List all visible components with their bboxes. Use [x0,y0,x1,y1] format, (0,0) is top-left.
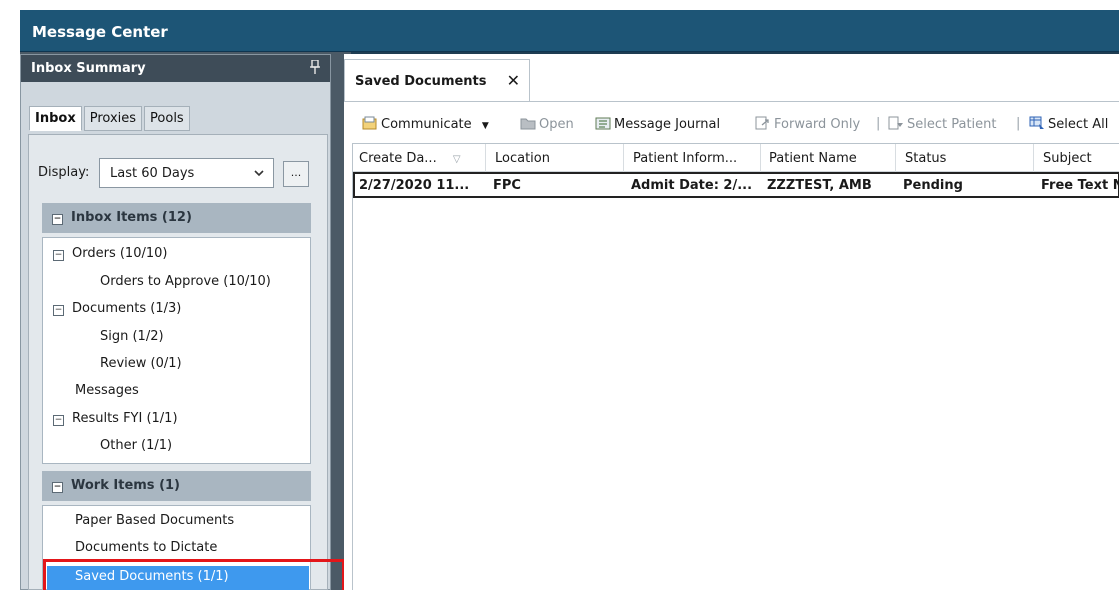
inbox-items-tree [42,237,311,464]
tab-pools[interactable]: Pools [144,106,190,131]
column-separator[interactable] [485,144,486,172]
display-select[interactable]: Last 60 Days [99,158,274,188]
tab-saved-documents[interactable]: Saved Documents ✕ [344,59,530,101]
chevron-down-icon [254,167,264,180]
inbox-items-title: Inbox Items (12) [71,210,192,225]
tree-item-messages[interactable]: Messages [75,383,139,398]
inbox-summary-title: Inbox Summary [31,61,146,76]
saved-documents-panel: Saved Documents ✕ Communicate ▼ Open Mes… [344,54,1119,590]
tree-item-label: Results FYI (1/1) [72,411,178,426]
select-all-icon [1029,116,1045,130]
tree-item-review[interactable]: Review (0/1) [100,356,182,371]
journal-icon [595,116,611,130]
tab-proxies[interactable]: Proxies [83,106,143,131]
tree-item-orders-to-approve[interactable]: Orders to Approve (10/10) [100,274,271,289]
minus-box-icon[interactable]: − [52,214,63,225]
column-label: Create Da... [359,151,437,166]
cell-patient-information: Admit Date: 2/... [631,178,753,193]
cell-create-date: 2/27/2020 11... [359,178,470,193]
inbox-tabs: Inbox Proxies Pools [29,106,190,131]
tree-item-results-fyi[interactable]: − Results FYI (1/1) [53,411,178,426]
select-patient-label: Select Patient [907,117,997,132]
sort-arrow-icon: ▽ [452,154,461,165]
minus-box-icon[interactable]: − [53,415,64,426]
column-create-date[interactable]: Create Da... ▽ [359,151,461,166]
tree-item-other[interactable]: Other (1/1) [100,438,172,453]
minus-box-icon[interactable]: − [53,250,64,261]
open-button[interactable]: Open [520,116,574,132]
work-item-documents-to-dictate[interactable]: Documents to Dictate [75,540,217,555]
cell-patient-name: ZZZTEST, AMB [767,178,872,193]
chevron-down-icon: ▼ [481,121,489,131]
display-options-button[interactable]: ... [283,161,309,187]
tree-item-label: Orders (10/10) [72,246,168,261]
work-items-title: Work Items (1) [71,478,180,493]
forward-icon [755,116,771,130]
table-row[interactable]: 2/27/2020 11... FPC Admit Date: 2/... ZZ… [353,172,1119,198]
column-separator[interactable] [623,144,624,172]
cell-subject: Free Text N [1041,178,1119,193]
column-separator[interactable] [1033,144,1034,172]
message-journal-label: Message Journal [614,117,721,132]
column-separator[interactable] [760,144,761,172]
patient-icon [888,116,904,130]
inbox-items-header[interactable]: − Inbox Items (12) [42,203,311,233]
folder-icon [520,116,536,130]
work-items-header[interactable]: − Work Items (1) [42,471,311,501]
communicate-icon [362,116,378,130]
display-label: Display: [38,165,90,180]
inbox-summary-header: Inbox Summary [21,55,330,82]
column-subject[interactable]: Subject [1043,151,1092,166]
toolbar-separator: | [1016,116,1021,131]
select-all-button[interactable]: Select All [1029,116,1108,132]
tree-item-documents[interactable]: − Documents (1/3) [53,301,181,316]
column-patient-name[interactable]: Patient Name [769,151,857,166]
saved-documents-grid: Create Da... ▽ Location Patient Inform..… [352,143,1119,590]
column-patient-information[interactable]: Patient Inform... [633,151,737,166]
highlight-box [43,559,345,590]
column-location[interactable]: Location [495,151,550,166]
grid-header: Create Da... ▽ Location Patient Inform..… [353,144,1119,172]
minus-box-icon[interactable]: − [52,482,63,493]
forward-only-button[interactable]: Forward Only [755,116,860,132]
window-title: Message Center [20,10,1119,52]
tab-inbox[interactable]: Inbox [29,106,82,131]
message-journal-button[interactable]: Message Journal [595,116,720,132]
tree-item-sign[interactable]: Sign (1/2) [100,329,164,344]
document-toolbar: Communicate ▼ Open Message Journal Forwa… [344,101,1119,143]
forward-only-label: Forward Only [774,117,861,132]
tab-saved-documents-label: Saved Documents [355,74,487,89]
open-label: Open [539,117,574,132]
work-item-paper-based-documents[interactable]: Paper Based Documents [75,513,234,528]
top-margin [0,0,1119,10]
cell-status: Pending [903,178,963,193]
communicate-label: Communicate [381,117,472,132]
display-select-value: Last 60 Days [110,166,195,181]
select-all-label: Select All [1048,117,1109,132]
toolbar-separator: | [876,116,881,131]
close-icon[interactable]: ✕ [507,71,520,90]
minus-box-icon[interactable]: − [53,305,64,316]
column-status[interactable]: Status [905,151,946,166]
pin-icon[interactable] [310,59,320,78]
select-patient-button[interactable]: Select Patient [888,116,997,132]
tree-item-orders[interactable]: − Orders (10/10) [53,246,167,261]
cell-location: FPC [493,178,521,193]
tree-item-label: Documents (1/3) [72,301,182,316]
column-separator[interactable] [895,144,896,172]
communicate-button[interactable]: Communicate ▼ [362,116,489,132]
